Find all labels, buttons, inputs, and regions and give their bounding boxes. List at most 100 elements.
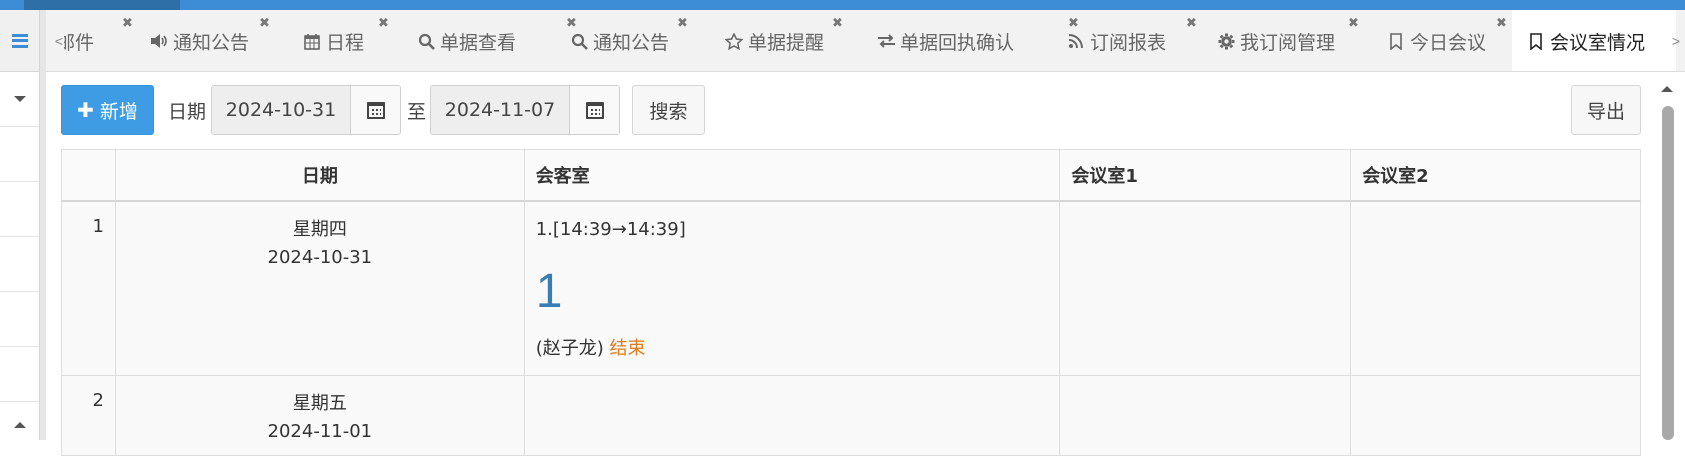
booking-entry[interactable]: 1.[14:39→14:39] 1 (赵子龙) 结束 bbox=[525, 202, 1060, 360]
scroll-up-arrow[interactable] bbox=[1658, 82, 1676, 96]
scrollbar-thumb[interactable] bbox=[1662, 106, 1674, 440]
table-header-row: 日期 会客室 会议室1 会议室2 bbox=[61, 149, 1641, 202]
export-button-label: 导出 bbox=[1586, 100, 1625, 123]
bookmark-icon bbox=[1386, 32, 1406, 50]
tab-close-icon[interactable]: ✖ bbox=[1186, 16, 1197, 31]
chevron-up-icon bbox=[14, 422, 26, 428]
row-date: 2024-11-01 bbox=[267, 421, 373, 442]
calendar-icon bbox=[585, 101, 604, 119]
add-button-label: 新增 bbox=[99, 100, 138, 123]
sidebar-scroll-up[interactable] bbox=[0, 422, 40, 428]
add-button[interactable]: ✚ 新增 bbox=[61, 85, 154, 135]
sidebar-divider bbox=[40, 10, 46, 440]
search-icon bbox=[569, 33, 589, 50]
tab-close-icon[interactable]: ✖ bbox=[1348, 16, 1359, 31]
table-row: 1 星期四 2024-10-31 1.[14:39→14:39] 1 (赵子龙)… bbox=[61, 200, 1641, 376]
top-bar bbox=[0, 0, 1685, 10]
tab-mail[interactable]: 邮件 ✖ bbox=[64, 10, 133, 71]
tab-doc-receipt[interactable]: 单据回执确认 ✖ bbox=[876, 10, 1079, 71]
sidebar-item[interactable] bbox=[0, 127, 39, 182]
search-icon bbox=[416, 33, 436, 50]
row-index: 2 bbox=[61, 375, 116, 456]
export-button[interactable]: 导出 bbox=[1571, 85, 1641, 135]
plus-icon: ✚ bbox=[77, 98, 94, 122]
sidebar-item[interactable] bbox=[0, 237, 39, 292]
tab-notice-search[interactable]: 通知公告 ✖ bbox=[569, 10, 688, 71]
tab-label: 我订阅管理 bbox=[1240, 31, 1336, 54]
date-to-label: 至 bbox=[407, 100, 427, 123]
tab-subscribe-report[interactable]: 订阅报表 ✖ bbox=[1066, 10, 1197, 71]
tab-today-meetings[interactable]: 今日会议 ✖ bbox=[1386, 10, 1507, 71]
tab-close-icon[interactable]: ✖ bbox=[259, 16, 270, 31]
search-button-label: 搜索 bbox=[649, 100, 688, 123]
date-to-group bbox=[430, 85, 620, 135]
date-from-input[interactable] bbox=[212, 86, 350, 134]
row-weekday: 星期五 bbox=[292, 393, 347, 414]
tab-label: 今日会议 bbox=[1410, 31, 1487, 54]
room-reception-cell[interactable]: 1.[14:39→14:39] 1 (赵子龙) 结束 bbox=[523, 200, 1061, 376]
rss-icon bbox=[1066, 33, 1086, 49]
tab-label: 单据查看 bbox=[440, 31, 517, 54]
exchange-icon bbox=[876, 33, 896, 49]
date-to-calendar-button[interactable] bbox=[569, 86, 619, 134]
header-index bbox=[61, 149, 116, 202]
header-room-reception[interactable]: 会客室 bbox=[523, 149, 1061, 202]
booking-time-slot: 1.[14:39→14:39] bbox=[535, 218, 686, 240]
tab-close-icon[interactable]: ✖ bbox=[378, 16, 389, 31]
toolbar: ✚ 新增 日期 至 搜索 导出 bbox=[61, 85, 1641, 135]
tab-label: 通知公告 bbox=[173, 31, 250, 54]
gear-icon bbox=[1216, 33, 1236, 50]
search-button[interactable]: 搜索 bbox=[632, 85, 705, 135]
tab-schedule[interactable]: 日程 ✖ bbox=[302, 10, 389, 71]
tab-label: 日程 bbox=[326, 31, 365, 54]
tab-doc-view[interactable]: 单据查看 ✖ bbox=[416, 10, 577, 71]
booking-count[interactable]: 1 bbox=[536, 260, 1049, 324]
table-row: 2 星期五 2024-11-01 bbox=[61, 375, 1641, 456]
room-schedule-table: 日期 会客室 会议室1 会议室2 1 星期四 2024-10-31 1.[14:… bbox=[61, 149, 1641, 456]
calendar-icon bbox=[302, 33, 322, 50]
header-room-1[interactable]: 会议室1 bbox=[1059, 149, 1352, 202]
room-1-cell[interactable] bbox=[1059, 200, 1352, 376]
tab-close-icon[interactable]: ✖ bbox=[122, 16, 133, 31]
top-bar-active-segment bbox=[24, 0, 180, 10]
tab-label: 通知公告 bbox=[593, 31, 670, 54]
bookmark-icon bbox=[1526, 32, 1546, 50]
tab-label: 单据回执确认 bbox=[900, 31, 1015, 54]
booking-person: (赵子龙) bbox=[535, 337, 604, 359]
star-icon bbox=[724, 32, 744, 50]
tab-scroll-right-button[interactable]: > bbox=[1669, 10, 1683, 71]
room-reception-cell[interactable] bbox=[523, 375, 1061, 456]
room-2-cell[interactable] bbox=[1350, 375, 1641, 456]
tab-doc-reminder[interactable]: 单据提醒 ✖ bbox=[724, 10, 843, 71]
date-from-group bbox=[211, 85, 401, 135]
sidebar-item[interactable] bbox=[0, 182, 39, 237]
chevron-up-icon bbox=[1661, 86, 1673, 92]
tab-my-subscriptions[interactable]: 我订阅管理 ✖ bbox=[1216, 10, 1359, 71]
tab-label: 会议室情况 bbox=[1550, 31, 1646, 54]
tab-bar: < 邮件 ✖ 通知公告 ✖ 日程 ✖ 单据查看 ✖ 通知公告 ✖ 单据提醒 ✖ … bbox=[46, 10, 1685, 72]
row-index: 1 bbox=[61, 200, 116, 376]
tab-label: 单据提醒 bbox=[748, 31, 825, 54]
tab-close-icon[interactable]: ✖ bbox=[832, 16, 843, 31]
row-date: 2024-10-31 bbox=[267, 246, 373, 268]
date-to-input[interactable] bbox=[431, 86, 569, 134]
menu-toggle-button[interactable] bbox=[0, 10, 39, 72]
tab-close-icon[interactable]: ✖ bbox=[677, 16, 688, 31]
sidebar-item[interactable] bbox=[0, 292, 39, 347]
room-1-cell[interactable] bbox=[1059, 375, 1352, 456]
vertical-scrollbar[interactable] bbox=[1658, 82, 1676, 440]
sidebar bbox=[0, 10, 40, 440]
header-date[interactable]: 日期 bbox=[114, 149, 525, 202]
tab-room-status[interactable]: 会议室情况 bbox=[1512, 10, 1676, 71]
booking-status: 结束 bbox=[609, 337, 646, 359]
calendar-icon bbox=[366, 101, 385, 119]
date-from-calendar-button[interactable] bbox=[350, 86, 400, 134]
hamburger-icon bbox=[11, 33, 28, 48]
sidebar-item[interactable] bbox=[0, 347, 39, 402]
tab-close-icon[interactable]: ✖ bbox=[1496, 16, 1507, 31]
header-room-2[interactable]: 会议室2 bbox=[1350, 149, 1641, 202]
room-2-cell[interactable] bbox=[1350, 200, 1641, 376]
volume-icon bbox=[149, 33, 169, 49]
tab-notice[interactable]: 通知公告 ✖ bbox=[149, 10, 270, 71]
sidebar-collapse-toggle[interactable] bbox=[0, 72, 39, 127]
